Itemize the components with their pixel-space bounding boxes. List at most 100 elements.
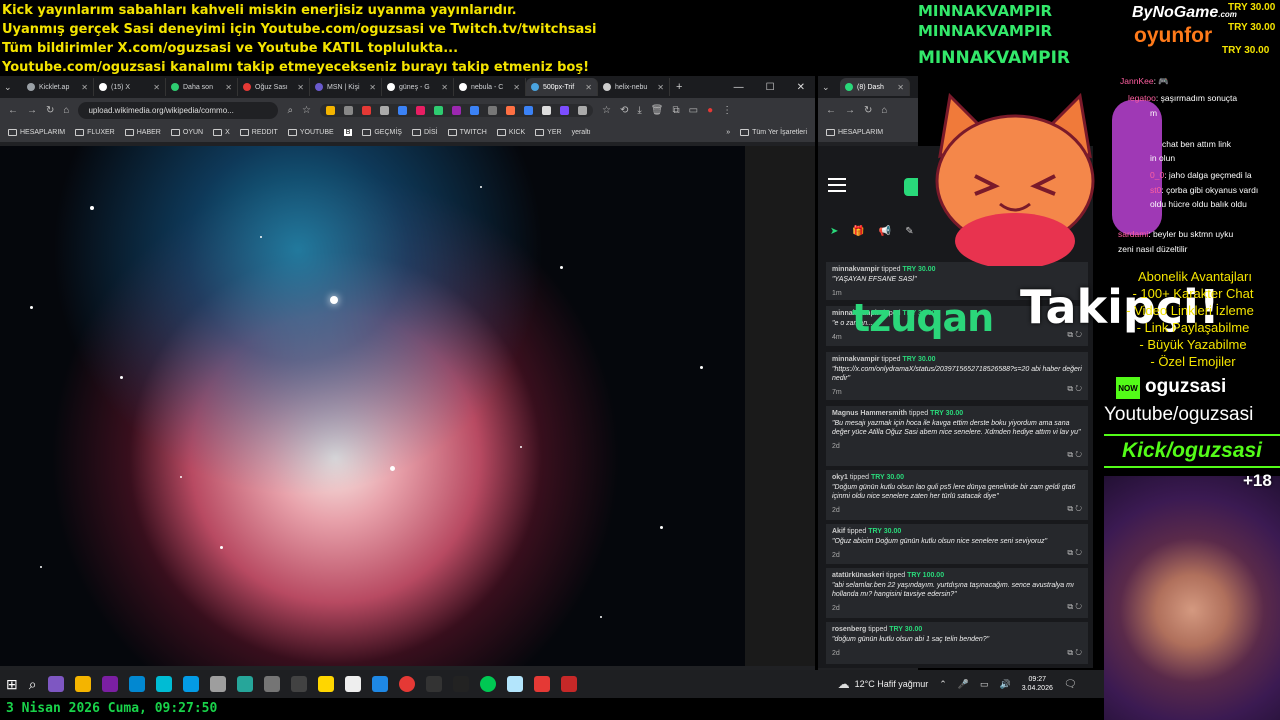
close-icon[interactable]: ✕ bbox=[81, 83, 88, 92]
reload-icon[interactable]: ↻ bbox=[864, 105, 872, 116]
app-icon[interactable] bbox=[47, 676, 64, 692]
copy-replay-icons[interactable]: ⧉ ↻ bbox=[1067, 548, 1082, 558]
tab-oguz-sasi[interactable]: Oğuz Sası ✕ bbox=[238, 78, 310, 96]
tab-x[interactable]: (15) X ✕ bbox=[94, 78, 166, 96]
vivaldi-icon[interactable] bbox=[533, 676, 550, 692]
notification-icon[interactable]: 🗨 bbox=[1064, 679, 1077, 690]
tab-msn[interactable]: MSN | Kişi ✕ bbox=[310, 78, 382, 96]
bookmarks-overflow-icon[interactable]: » bbox=[726, 129, 730, 136]
extension-menu-icon[interactable]: ⧉ bbox=[673, 105, 680, 116]
extension-icon[interactable] bbox=[398, 105, 408, 115]
home-icon[interactable]: ⌂ bbox=[63, 105, 69, 116]
sticky-notes-icon[interactable] bbox=[317, 676, 334, 692]
microphone-icon[interactable]: 🎤 bbox=[958, 679, 969, 690]
extension-icon[interactable] bbox=[434, 105, 444, 115]
close-icon[interactable]: ✕ bbox=[153, 83, 160, 92]
extension-icon[interactable] bbox=[560, 105, 570, 115]
edge-icon[interactable] bbox=[182, 676, 199, 692]
history-icon[interactable]: ⟲ bbox=[620, 105, 628, 116]
app-icon[interactable] bbox=[425, 676, 442, 692]
bookmark-haber[interactable]: HABER bbox=[124, 128, 161, 136]
tray-expand-icon[interactable]: ⌃ bbox=[939, 679, 947, 690]
tab-dashboard[interactable]: (8) Dash ✕ bbox=[840, 78, 910, 96]
url-field[interactable]: upload.wikimedia.org/wikipedia/commo... bbox=[78, 101, 279, 119]
weather-text[interactable]: 12°C Hafif yağmur bbox=[855, 679, 929, 689]
new-tab-icon[interactable]: + bbox=[670, 81, 682, 93]
bookmark-yeralti[interactable]: yeraltı bbox=[572, 129, 591, 136]
app-icon[interactable] bbox=[560, 676, 577, 692]
weather-icon[interactable]: ☁ bbox=[838, 677, 850, 691]
search-icon[interactable]: ⌕ bbox=[287, 105, 293, 116]
bookmark-fluxer[interactable]: FLUXER bbox=[75, 128, 115, 136]
home-icon[interactable]: ⌂ bbox=[881, 105, 887, 116]
tab-kicklet[interactable]: Kicklet.ap ✕ bbox=[22, 78, 94, 96]
bookmark-kick[interactable]: KICK bbox=[496, 128, 525, 136]
back-icon[interactable]: ← bbox=[8, 105, 18, 116]
close-window-icon[interactable]: ✕ bbox=[797, 82, 805, 93]
app-icon[interactable] bbox=[371, 676, 388, 692]
close-icon[interactable]: ✕ bbox=[297, 83, 304, 92]
bookmark-reddit[interactable]: REDDIT bbox=[239, 128, 278, 136]
copy-replay-icons[interactable]: ⧉ ↻ bbox=[1067, 384, 1082, 394]
pen-icon[interactable]: ✎ bbox=[905, 226, 913, 237]
close-icon[interactable]: ✕ bbox=[897, 83, 904, 92]
clock[interactable]: 09:27 3.04.2026 bbox=[1022, 675, 1053, 693]
copy-replay-icons[interactable]: ⧉ ↻ bbox=[1067, 648, 1082, 658]
extension-icon[interactable] bbox=[506, 105, 516, 115]
bookmark-yer[interactable]: YER bbox=[535, 128, 562, 136]
close-icon[interactable]: ✕ bbox=[441, 83, 448, 92]
bookmark-disi[interactable]: DİSİ bbox=[411, 128, 438, 136]
app-icon[interactable] bbox=[479, 676, 496, 692]
tab-500px-trifid[interactable]: 500px-Trif ✕ bbox=[526, 78, 598, 96]
hamburger-menu-icon[interactable] bbox=[828, 178, 846, 192]
gift-icon[interactable]: 🎁 bbox=[852, 226, 864, 237]
file-explorer-icon[interactable] bbox=[74, 676, 91, 692]
star-icon[interactable]: ☆ bbox=[302, 105, 311, 116]
search-icon[interactable]: ⌕ bbox=[29, 676, 37, 693]
extension-icon[interactable] bbox=[452, 105, 462, 115]
edge-icon[interactable] bbox=[155, 676, 172, 692]
extension-icon[interactable] bbox=[542, 105, 552, 115]
tab-daha-son[interactable]: Daha son ✕ bbox=[166, 78, 238, 96]
extension-icon[interactable] bbox=[344, 105, 354, 115]
app-icon[interactable] bbox=[128, 676, 145, 692]
camera-icon[interactable] bbox=[209, 676, 226, 692]
app-icon[interactable] bbox=[236, 676, 253, 692]
forward-icon[interactable]: → bbox=[845, 105, 855, 116]
trash-icon[interactable]: 🗑 bbox=[651, 105, 664, 116]
bookmark-icon[interactable]: ☆ bbox=[602, 105, 611, 116]
profile-icon[interactable]: ● bbox=[707, 105, 713, 116]
network-icon[interactable]: ▭ bbox=[980, 679, 989, 690]
copy-replay-icons[interactable]: ⧉ ↻ bbox=[1067, 504, 1082, 514]
maximize-icon[interactable]: ☐ bbox=[766, 82, 775, 93]
volume-icon[interactable]: 🔊 bbox=[1000, 679, 1011, 690]
megaphone-icon[interactable]: 📢 bbox=[879, 226, 891, 237]
bookmark-b[interactable]: B bbox=[343, 128, 353, 136]
close-icon[interactable]: ✕ bbox=[513, 83, 520, 92]
close-icon[interactable]: ✕ bbox=[657, 83, 664, 92]
tab-search-icon[interactable]: ⌄ bbox=[822, 82, 840, 93]
app-icon[interactable] bbox=[344, 676, 361, 692]
close-icon[interactable]: ✕ bbox=[369, 83, 376, 92]
back-icon[interactable]: ← bbox=[826, 105, 836, 116]
bookmark-twitch[interactable]: TWITCH bbox=[447, 128, 487, 136]
extension-icon[interactable] bbox=[470, 105, 480, 115]
app-icon[interactable] bbox=[452, 676, 469, 692]
onenote-icon[interactable] bbox=[101, 676, 118, 692]
windows-start-icon[interactable]: ⊞ bbox=[6, 676, 18, 693]
download-icon[interactable]: ⤓ bbox=[637, 105, 641, 116]
bookmark-gecmis[interactable]: GEÇMİŞ bbox=[362, 128, 402, 136]
tab-gunes[interactable]: güneş - G ✕ bbox=[382, 78, 454, 96]
bookmark-hesaplarim[interactable]: HESAPLARIM bbox=[826, 128, 883, 136]
extension-icon[interactable] bbox=[488, 105, 498, 115]
extension-icon[interactable] bbox=[578, 105, 588, 115]
bookmark-x[interactable]: X bbox=[213, 128, 230, 136]
menu-icon[interactable]: ⋮ bbox=[722, 105, 732, 116]
reload-icon[interactable]: ↻ bbox=[46, 105, 54, 116]
tab-nebula[interactable]: nebula - C ✕ bbox=[454, 78, 526, 96]
bookmark-all[interactable]: Tüm Yer İşaretleri bbox=[740, 128, 807, 136]
close-icon[interactable]: ✕ bbox=[225, 83, 232, 92]
bookmark-oyun[interactable]: OYUN bbox=[170, 128, 203, 136]
app-icon[interactable] bbox=[506, 676, 523, 692]
copy-replay-icons[interactable]: ⧉ ↻ bbox=[1067, 602, 1082, 612]
